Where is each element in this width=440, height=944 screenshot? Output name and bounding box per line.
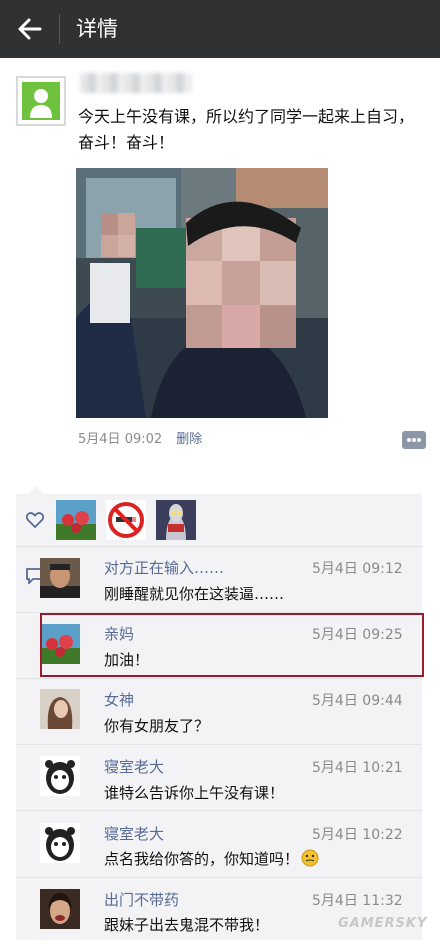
- like-avatar-ultraman[interactable]: [156, 500, 196, 540]
- comment-text: 点名我给你答的，你知道吗！: [104, 848, 319, 869]
- post-meta: 5月4日 09:02 删除: [78, 428, 202, 447]
- commenter-avatar[interactable]: [40, 889, 80, 929]
- comment-text: 刚睡醒就见你在这装逼……: [104, 585, 285, 603]
- header-divider: [59, 14, 60, 44]
- post-photo[interactable]: [76, 168, 328, 418]
- commenter-name[interactable]: 寝室老大: [104, 823, 164, 844]
- comment-timestamp: 5月4日 09:12: [312, 561, 403, 577]
- comment-options-icon[interactable]: [402, 431, 426, 451]
- poster-avatar[interactable]: [16, 76, 66, 126]
- default-avatar-icon: [18, 78, 64, 124]
- like-avatar-no-smoking[interactable]: [106, 500, 146, 540]
- watermark: GAMERSKY: [338, 916, 428, 931]
- comment-timestamp: 5月4日 10:22: [312, 827, 403, 843]
- comment-timestamp: 5月4日 09:44: [312, 693, 403, 709]
- commenter-name[interactable]: 出门不带药: [104, 889, 179, 910]
- commenter-avatar[interactable]: [40, 756, 80, 796]
- panel-arrow: [28, 486, 44, 494]
- delete-link[interactable]: 删除: [176, 432, 202, 447]
- commenter-name[interactable]: 女神: [104, 689, 134, 710]
- commenter-avatar[interactable]: [40, 689, 80, 729]
- comment-text: 谁特么告诉你上午没有课！: [104, 784, 285, 802]
- commenter-avatar[interactable]: [40, 823, 80, 863]
- commenter-avatar[interactable]: [40, 558, 80, 598]
- awkward-emoji-icon: [301, 849, 319, 867]
- post-date: 5月4日: [78, 432, 121, 447]
- comment-text: 跟妹子出去鬼混不带我！: [104, 916, 270, 934]
- comment-timestamp: 5月4日 10:21: [312, 760, 403, 776]
- comment-text: 你有女朋友了？: [104, 717, 210, 735]
- commenter-name[interactable]: 寝室老大: [104, 756, 164, 777]
- back-arrow-icon[interactable]: [14, 13, 46, 45]
- commenter-name[interactable]: 对方正在输入……: [104, 557, 224, 578]
- post-text: 今天上午没有课，所以约了同学一起来上自习，奋斗！奋斗！: [78, 107, 415, 152]
- page-title: 详情: [76, 17, 118, 41]
- heart-icon: [26, 512, 44, 528]
- comment-timestamp: 5月4日 11:32: [312, 893, 403, 909]
- top-bar: 详情: [0, 0, 440, 58]
- like-avatar-flowers[interactable]: [56, 500, 96, 540]
- post-time: 09:02: [124, 432, 163, 447]
- highlight-box: [40, 613, 424, 677]
- poster-name-blurred[interactable]: [80, 73, 192, 93]
